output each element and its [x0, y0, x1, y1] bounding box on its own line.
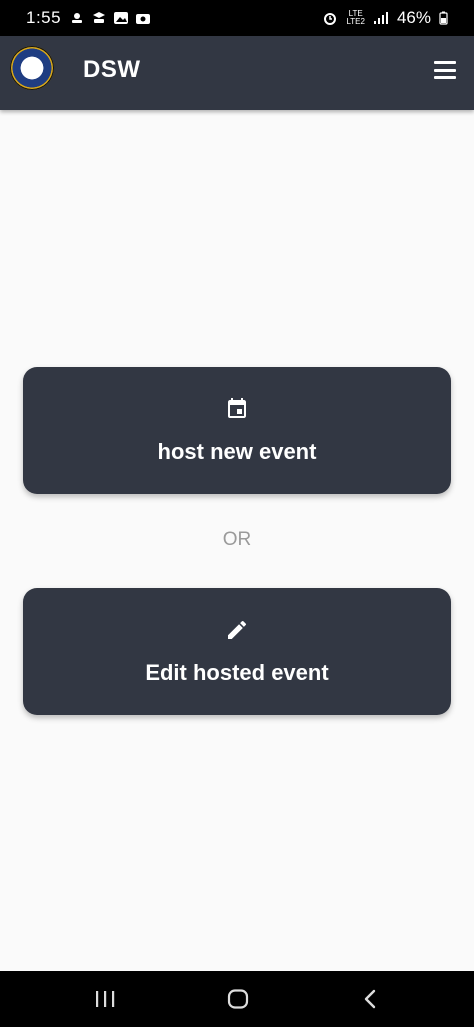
notification-icon	[93, 12, 106, 23]
system-nav-bar	[0, 971, 474, 1027]
menu-bar-line	[434, 61, 456, 64]
host-new-event-label: host new event	[157, 439, 317, 464]
or-separator: OR	[222, 529, 252, 550]
edit-hosted-event-button[interactable]: Edit hosted event	[23, 588, 451, 715]
notification-icon	[72, 13, 83, 23]
status-left: 1:55	[26, 8, 151, 28]
battery-icon	[439, 11, 448, 25]
home-icon[interactable]	[227, 989, 249, 1009]
notification-icon	[136, 14, 151, 24]
status-right: LTE LTE2 46%	[322, 8, 448, 28]
network-sub-label: LTE2	[346, 17, 365, 26]
back-icon[interactable]	[362, 989, 378, 1009]
notification-icons	[69, 11, 151, 25]
app-title: DSW	[83, 56, 141, 83]
recents-icon[interactable]	[94, 990, 116, 1008]
volte-badge: LTE LTE2	[346, 10, 365, 26]
status-bar: 1:55 LTE LTE2 46%	[0, 0, 474, 36]
host-new-event-button[interactable]: host new event	[23, 367, 451, 494]
calendar-icon	[228, 398, 246, 418]
signal-icon	[373, 12, 388, 24]
pencil-icon	[228, 620, 247, 639]
hamburger-menu-icon[interactable]	[434, 58, 458, 82]
app-bar: DSW	[0, 36, 474, 110]
alarm-icon	[324, 13, 337, 25]
menu-bar-line	[434, 68, 456, 72]
edit-hosted-event-label: Edit hosted event	[145, 660, 329, 685]
status-time: 1:55	[26, 8, 62, 27]
institution-logo	[10, 46, 54, 90]
menu-bar-line	[434, 76, 456, 79]
gallery-icon	[114, 12, 129, 24]
battery-percent: 46%	[396, 8, 431, 27]
